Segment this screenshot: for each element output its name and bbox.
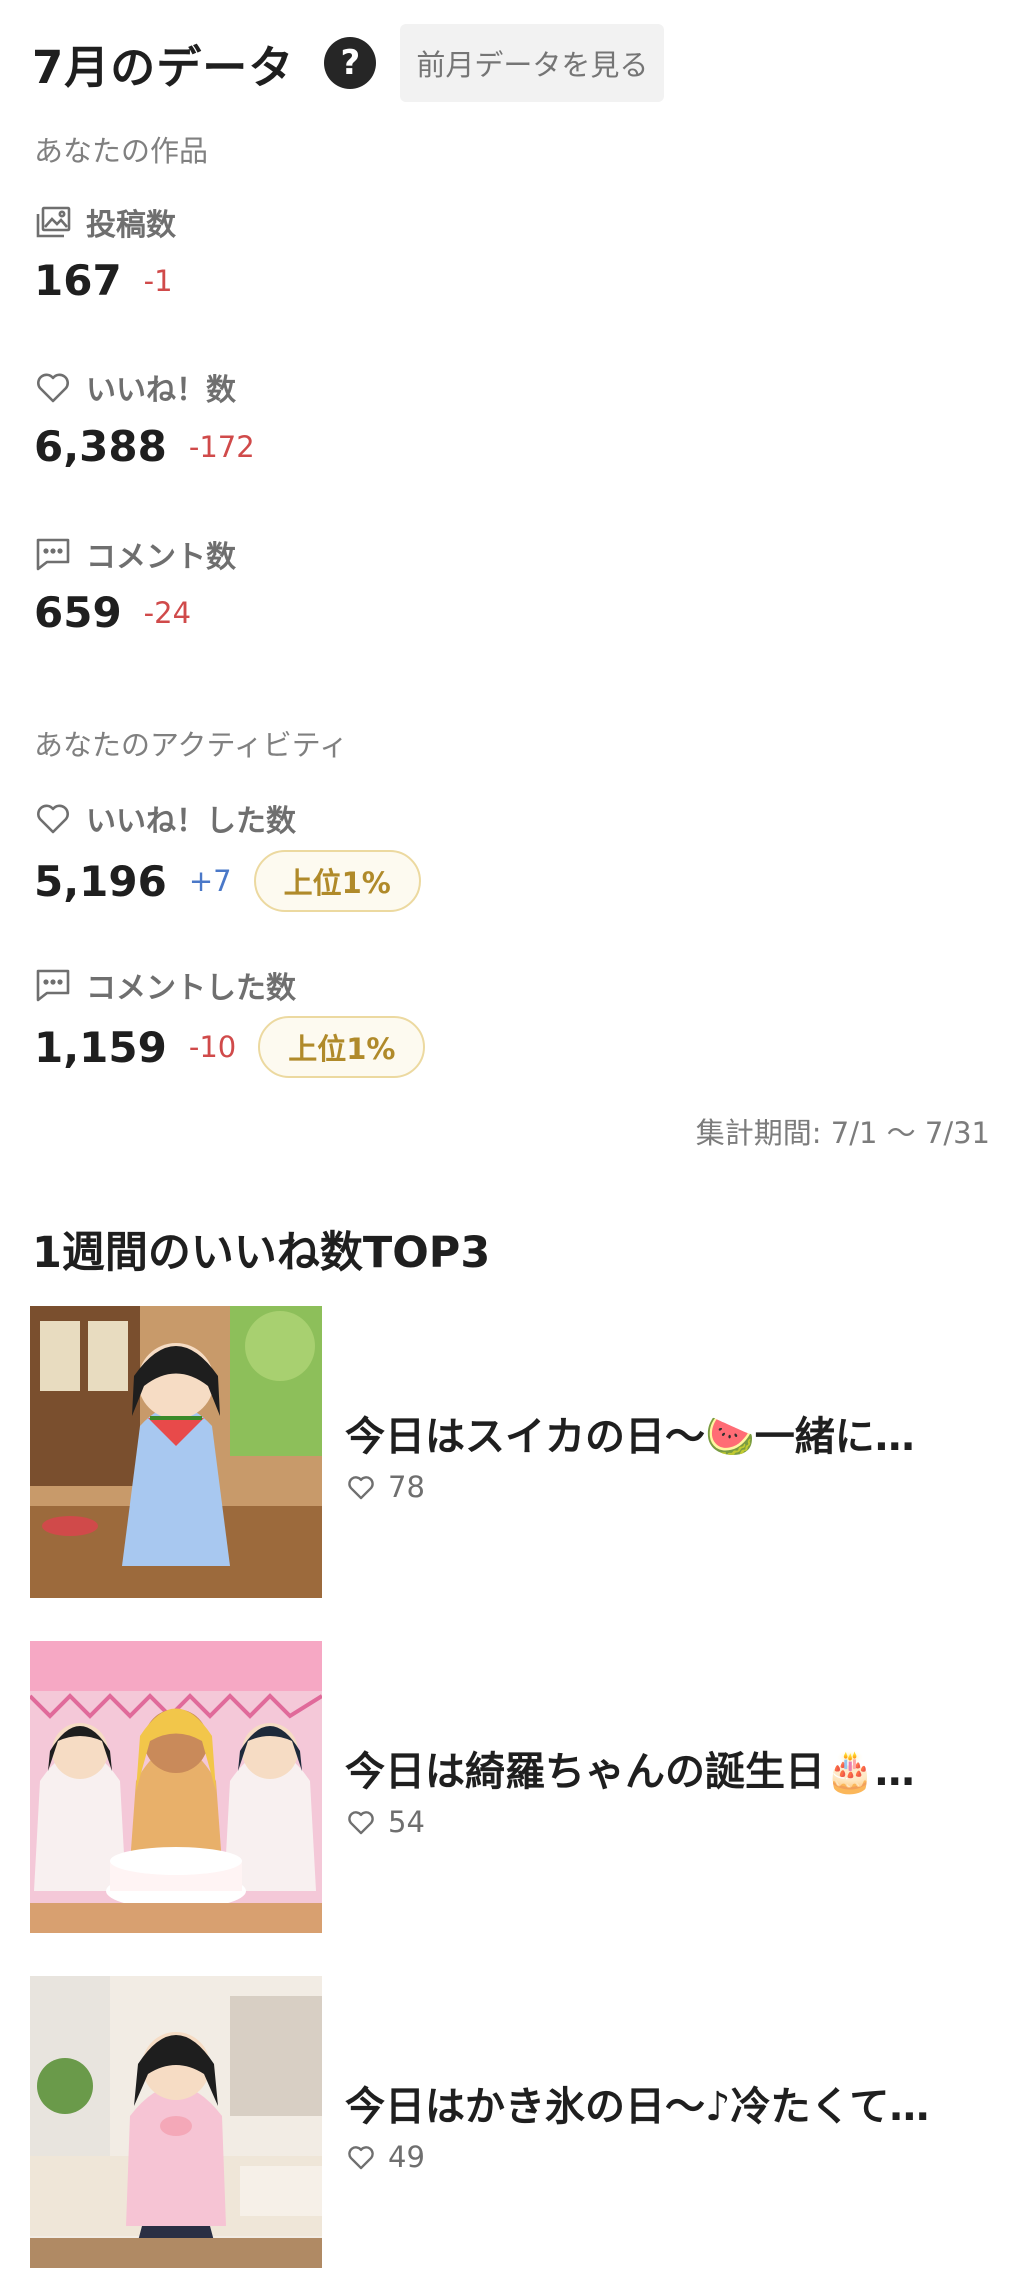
posts-delta: -1 (143, 263, 173, 298)
comments-label-text: コメント数 (86, 540, 236, 575)
comment-icon (34, 535, 72, 573)
comments-value: 659 (34, 588, 122, 637)
section-label-your-works: あなたの作品 (34, 134, 209, 168)
heart-icon (348, 2146, 374, 2170)
comments-given-stat: 1,159 -10 上位1% (34, 1016, 426, 1078)
comments-given-delta: -10 (188, 1030, 237, 1064)
image-stack-icon (34, 203, 72, 241)
comments-given-value: 1,159 (34, 1022, 167, 1072)
section-label-your-activity: あなたのアクティビティ (34, 728, 349, 762)
posts-value: 167 (34, 256, 122, 305)
post-title[interactable]: 今日は綺羅ちゃんの誕生日🎂… (345, 1739, 1000, 1797)
heart-icon (348, 1811, 374, 1835)
likes-stat: 6,388 -172 (34, 422, 255, 471)
posts-label-text: 投稿数 (86, 208, 176, 243)
top3-title: 1週間のいいね数TOP3 (32, 1228, 491, 1278)
top-post-item[interactable]: 今日はかき氷の日〜♪冷たくて… 49 (30, 1976, 1010, 2268)
page-title: 7月のデータ (32, 40, 295, 94)
post-title[interactable]: 今日はかき氷の日〜♪冷たくて… (345, 2074, 1000, 2132)
likes-label-text: いいね！数 (86, 373, 236, 408)
help-icon[interactable]: ? (324, 37, 377, 89)
comment-icon (34, 966, 72, 1004)
post-thumbnail[interactable] (30, 1306, 322, 1598)
header: 7月のデータ ? 前月データを見る (32, 24, 665, 102)
post-likes: 54 (346, 1805, 425, 1839)
post-likes: 49 (346, 2140, 425, 2174)
top-post-item[interactable]: 今日は綺羅ちゃんの誕生日🎂… 54 (30, 1641, 1010, 1933)
post-thumbnail[interactable] (30, 1976, 322, 2268)
likes-given-label: いいね！した数 (34, 796, 296, 840)
likes-given-label-text: いいね！した数 (86, 804, 296, 839)
heart-icon (34, 799, 72, 837)
aggregation-period: 集計期間: 7/1 〜 7/31 (695, 1116, 990, 1150)
likes-given-value: 5,196 (34, 856, 167, 906)
post-likes-count: 54 (388, 1805, 425, 1839)
prev-month-button[interactable]: 前月データを見る (400, 24, 665, 102)
heart-icon (348, 1476, 374, 1500)
top-post-item[interactable]: 今日はスイカの日〜🍉一緒に… 78 (30, 1306, 1010, 1598)
heart-icon (34, 368, 72, 406)
likes-delta: -172 (188, 429, 255, 464)
comments-delta: -24 (143, 595, 192, 630)
likes-given-rank-badge: 上位1% (253, 850, 421, 912)
likes-given-delta: +7 (188, 864, 232, 898)
posts-label: 投稿数 (34, 200, 176, 244)
monthly-data-screen: 7月のデータ ? 前月データを見る あなたの作品 投稿数 167 -1 いいね！… (0, 0, 1024, 2284)
comments-given-label: コメントした数 (34, 963, 296, 1007)
comments-label: コメント数 (34, 532, 236, 576)
post-thumbnail[interactable] (30, 1641, 322, 1933)
post-likes-count: 78 (388, 1470, 425, 1504)
likes-value: 6,388 (34, 422, 167, 471)
comments-given-rank-badge: 上位1% (258, 1016, 426, 1078)
posts-stat: 167 -1 (34, 256, 173, 305)
post-likes: 78 (346, 1470, 425, 1504)
post-title[interactable]: 今日はスイカの日〜🍉一緒に… (345, 1404, 1000, 1462)
comments-stat: 659 -24 (34, 588, 191, 637)
post-likes-count: 49 (388, 2140, 425, 2174)
comments-given-label-text: コメントした数 (86, 971, 296, 1006)
likes-given-stat: 5,196 +7 上位1% (34, 850, 421, 912)
likes-label: いいね！数 (34, 365, 236, 409)
